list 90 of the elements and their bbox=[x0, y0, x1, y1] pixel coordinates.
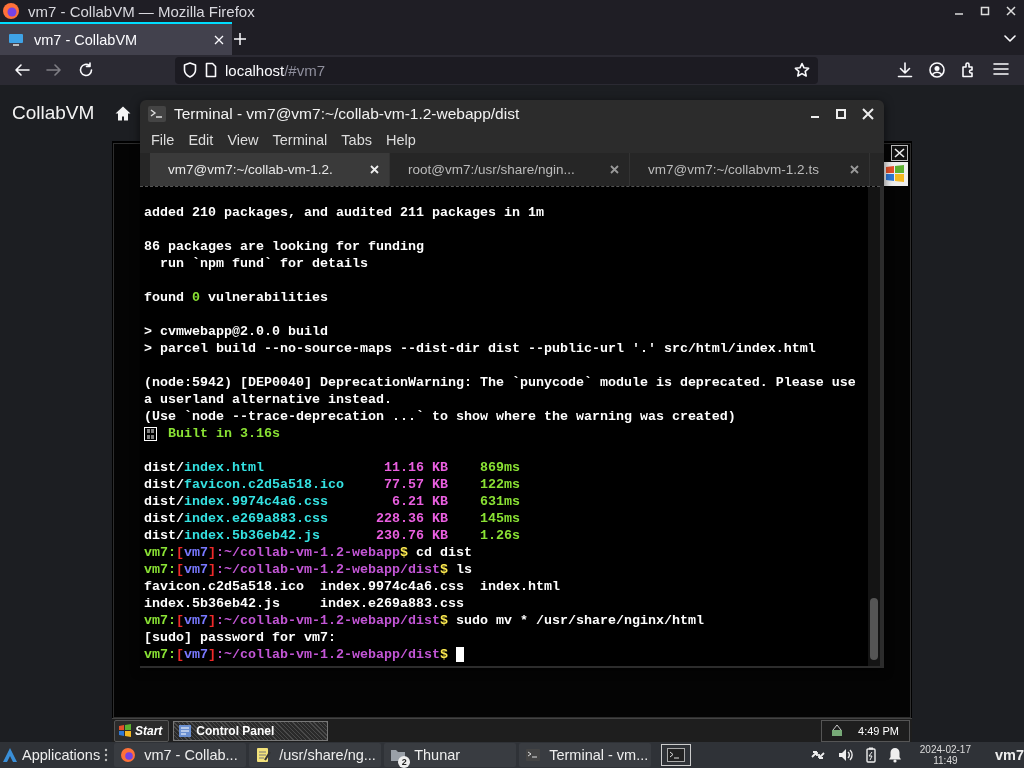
terminal-line: > parcel build --no-source-maps --dist-dir dist --public-url '.' src/html/index.html bbox=[144, 340, 816, 357]
applications-menu[interactable]: Applications bbox=[0, 747, 105, 763]
battery-icon[interactable] bbox=[865, 747, 876, 763]
list-tabs-icon[interactable] bbox=[1004, 34, 1016, 43]
home-icon[interactable] bbox=[115, 105, 132, 121]
windows-logo-icon bbox=[882, 162, 908, 186]
terminal-line: favicon.c2d5a518.ico index.9974c4a6.css index.html bbox=[144, 578, 560, 595]
terminal-line: vm7:[vm7]:~/collab-vm-1.2-webapp$ cd dist bbox=[144, 544, 472, 561]
menu-item[interactable]: File bbox=[144, 132, 182, 148]
reload-icon[interactable] bbox=[78, 62, 94, 78]
menu-item[interactable]: Terminal bbox=[265, 132, 335, 148]
window-count-badge: 2 bbox=[398, 756, 411, 768]
window-title: Terminal - vm7@vm7:~/collab-vm-1.2-webapp/dist bbox=[174, 104, 521, 123]
terminal-tab[interactable]: vm7@vm7:~/collab-vm-1.2. bbox=[150, 153, 390, 186]
file-size: 77.57 KB bbox=[383, 476, 448, 493]
build-time: 145ms bbox=[479, 510, 521, 527]
notification-bell-icon[interactable] bbox=[887, 747, 902, 763]
file-path: dist/index.5b36eb42.js bbox=[144, 527, 321, 544]
terminal-line: vm7:[vm7]:~/collab-vm-1.2-webapp/dist$ sudo mv * /usr/share/nginx/html bbox=[144, 612, 704, 629]
back-icon[interactable] bbox=[14, 63, 30, 77]
file-size: 230.76 KB bbox=[375, 527, 448, 544]
browser-tab[interactable]: vm7 - CollabVM bbox=[0, 22, 232, 55]
bookmark-star-icon[interactable] bbox=[794, 62, 810, 78]
close-icon[interactable] bbox=[891, 145, 908, 161]
download-icon[interactable] bbox=[897, 62, 913, 78]
file-size: 228.36 KB bbox=[375, 510, 448, 527]
build-time: 122ms bbox=[479, 476, 521, 493]
terminal-line: vm7:[vm7]:~/collab-vm-1.2-webapp/dist$ ls bbox=[144, 561, 472, 578]
terminal-line: > cvmwebapp@2.0.0 build bbox=[144, 323, 328, 340]
terminal-line: run `npm fund` for details bbox=[159, 255, 368, 272]
brand-title: CollabVM bbox=[12, 102, 95, 124]
control-panel-icon bbox=[178, 723, 193, 738]
missing-glyph-icon bbox=[144, 426, 157, 441]
build-time: 631ms bbox=[479, 493, 521, 510]
clock-text: 4:49 PM bbox=[858, 724, 899, 737]
close-tab-icon[interactable] bbox=[850, 165, 859, 174]
windows-flag-icon bbox=[118, 724, 132, 737]
menu-item[interactable]: Help bbox=[379, 132, 423, 148]
maximize-icon[interactable] bbox=[980, 6, 990, 16]
file-size: 6.21 KB bbox=[391, 493, 448, 510]
maximize-icon[interactable] bbox=[836, 108, 846, 119]
close-tab-icon[interactable] bbox=[610, 165, 619, 174]
time-text: 11:49 bbox=[933, 755, 958, 766]
volume-icon[interactable] bbox=[837, 747, 854, 763]
account-icon[interactable] bbox=[929, 62, 945, 78]
terminal-line: Built in 3.16s bbox=[168, 425, 280, 442]
file-path: dist/index.e269a883.css bbox=[144, 510, 329, 527]
tray-icon bbox=[830, 723, 845, 738]
page-icon bbox=[205, 62, 217, 78]
file-path: dist/favicon.c2d5a518.ico bbox=[144, 476, 345, 493]
taskbar-button[interactable]: Terminal - vm... bbox=[519, 743, 652, 767]
monitor-icon bbox=[8, 32, 24, 47]
text-editor-icon bbox=[255, 747, 272, 763]
start-button[interactable]: Start bbox=[114, 719, 170, 742]
date-text: 2024-02-17 bbox=[919, 744, 971, 755]
new-tab-icon[interactable] bbox=[233, 31, 247, 46]
terminal-line: (node:5942) [DEP0040] DeprecationWarning: The `punycode` module is deprecated. Please use bbox=[144, 374, 856, 391]
file-size: 11.16 KB bbox=[383, 459, 448, 476]
terminal-icon bbox=[148, 105, 166, 122]
taskbar-button[interactable]: Control Panel bbox=[173, 720, 329, 741]
menu-item[interactable]: View bbox=[220, 132, 266, 148]
terminal-launcher-icon[interactable] bbox=[667, 748, 686, 762]
firefox-icon bbox=[120, 747, 137, 763]
taskbar-button[interactable]: 2 Thunar bbox=[384, 743, 517, 767]
menu-item[interactable]: Tabs bbox=[334, 132, 379, 148]
address-field[interactable]: localhost/#vm7 bbox=[175, 56, 818, 84]
terminal-line: (Use `node --trace-deprecation ...` to show where the warning was created) bbox=[144, 408, 736, 425]
panel-handle-icon bbox=[104, 748, 109, 762]
terminal-line: 86 packages are looking for funding bbox=[144, 238, 424, 255]
menu-icon[interactable] bbox=[993, 62, 1009, 76]
window-title: vm7 - CollabVM — Mozilla Firefox bbox=[28, 2, 256, 20]
file-path: dist/index.html bbox=[144, 459, 265, 476]
terminal-line: [sudo] password for vm7: bbox=[144, 629, 336, 646]
taskbar-button[interactable]: vm7 - Collab... bbox=[114, 743, 247, 767]
terminal-line: vm7:[vm7]:~/collab-vm-1.2-webapp/dist$ bbox=[144, 646, 448, 663]
close-icon[interactable] bbox=[1006, 6, 1016, 16]
menu-item[interactable]: Edit bbox=[181, 132, 221, 148]
build-time: 869ms bbox=[479, 459, 521, 476]
file-path: dist/index.9974c4a6.css bbox=[144, 493, 329, 510]
user-name: vm7 bbox=[994, 747, 1024, 763]
terminal-icon bbox=[525, 747, 542, 763]
terminal-line: index.5b36eb42.js index.e269a883.css bbox=[144, 595, 464, 612]
firefox-logo-icon bbox=[2, 2, 20, 20]
build-time: 1.26s bbox=[479, 527, 521, 544]
terminal-line: found 0 vulnerabilities bbox=[144, 289, 328, 306]
app-menu-icon bbox=[2, 747, 18, 763]
terminal-line: added 210 packages, and audited 211 packages in 1m bbox=[144, 204, 544, 221]
shield-icon[interactable] bbox=[183, 62, 197, 78]
terminal-line: a userland alternative instead. bbox=[144, 391, 392, 408]
taskbar-button[interactable]: /usr/share/ng... bbox=[249, 743, 382, 767]
